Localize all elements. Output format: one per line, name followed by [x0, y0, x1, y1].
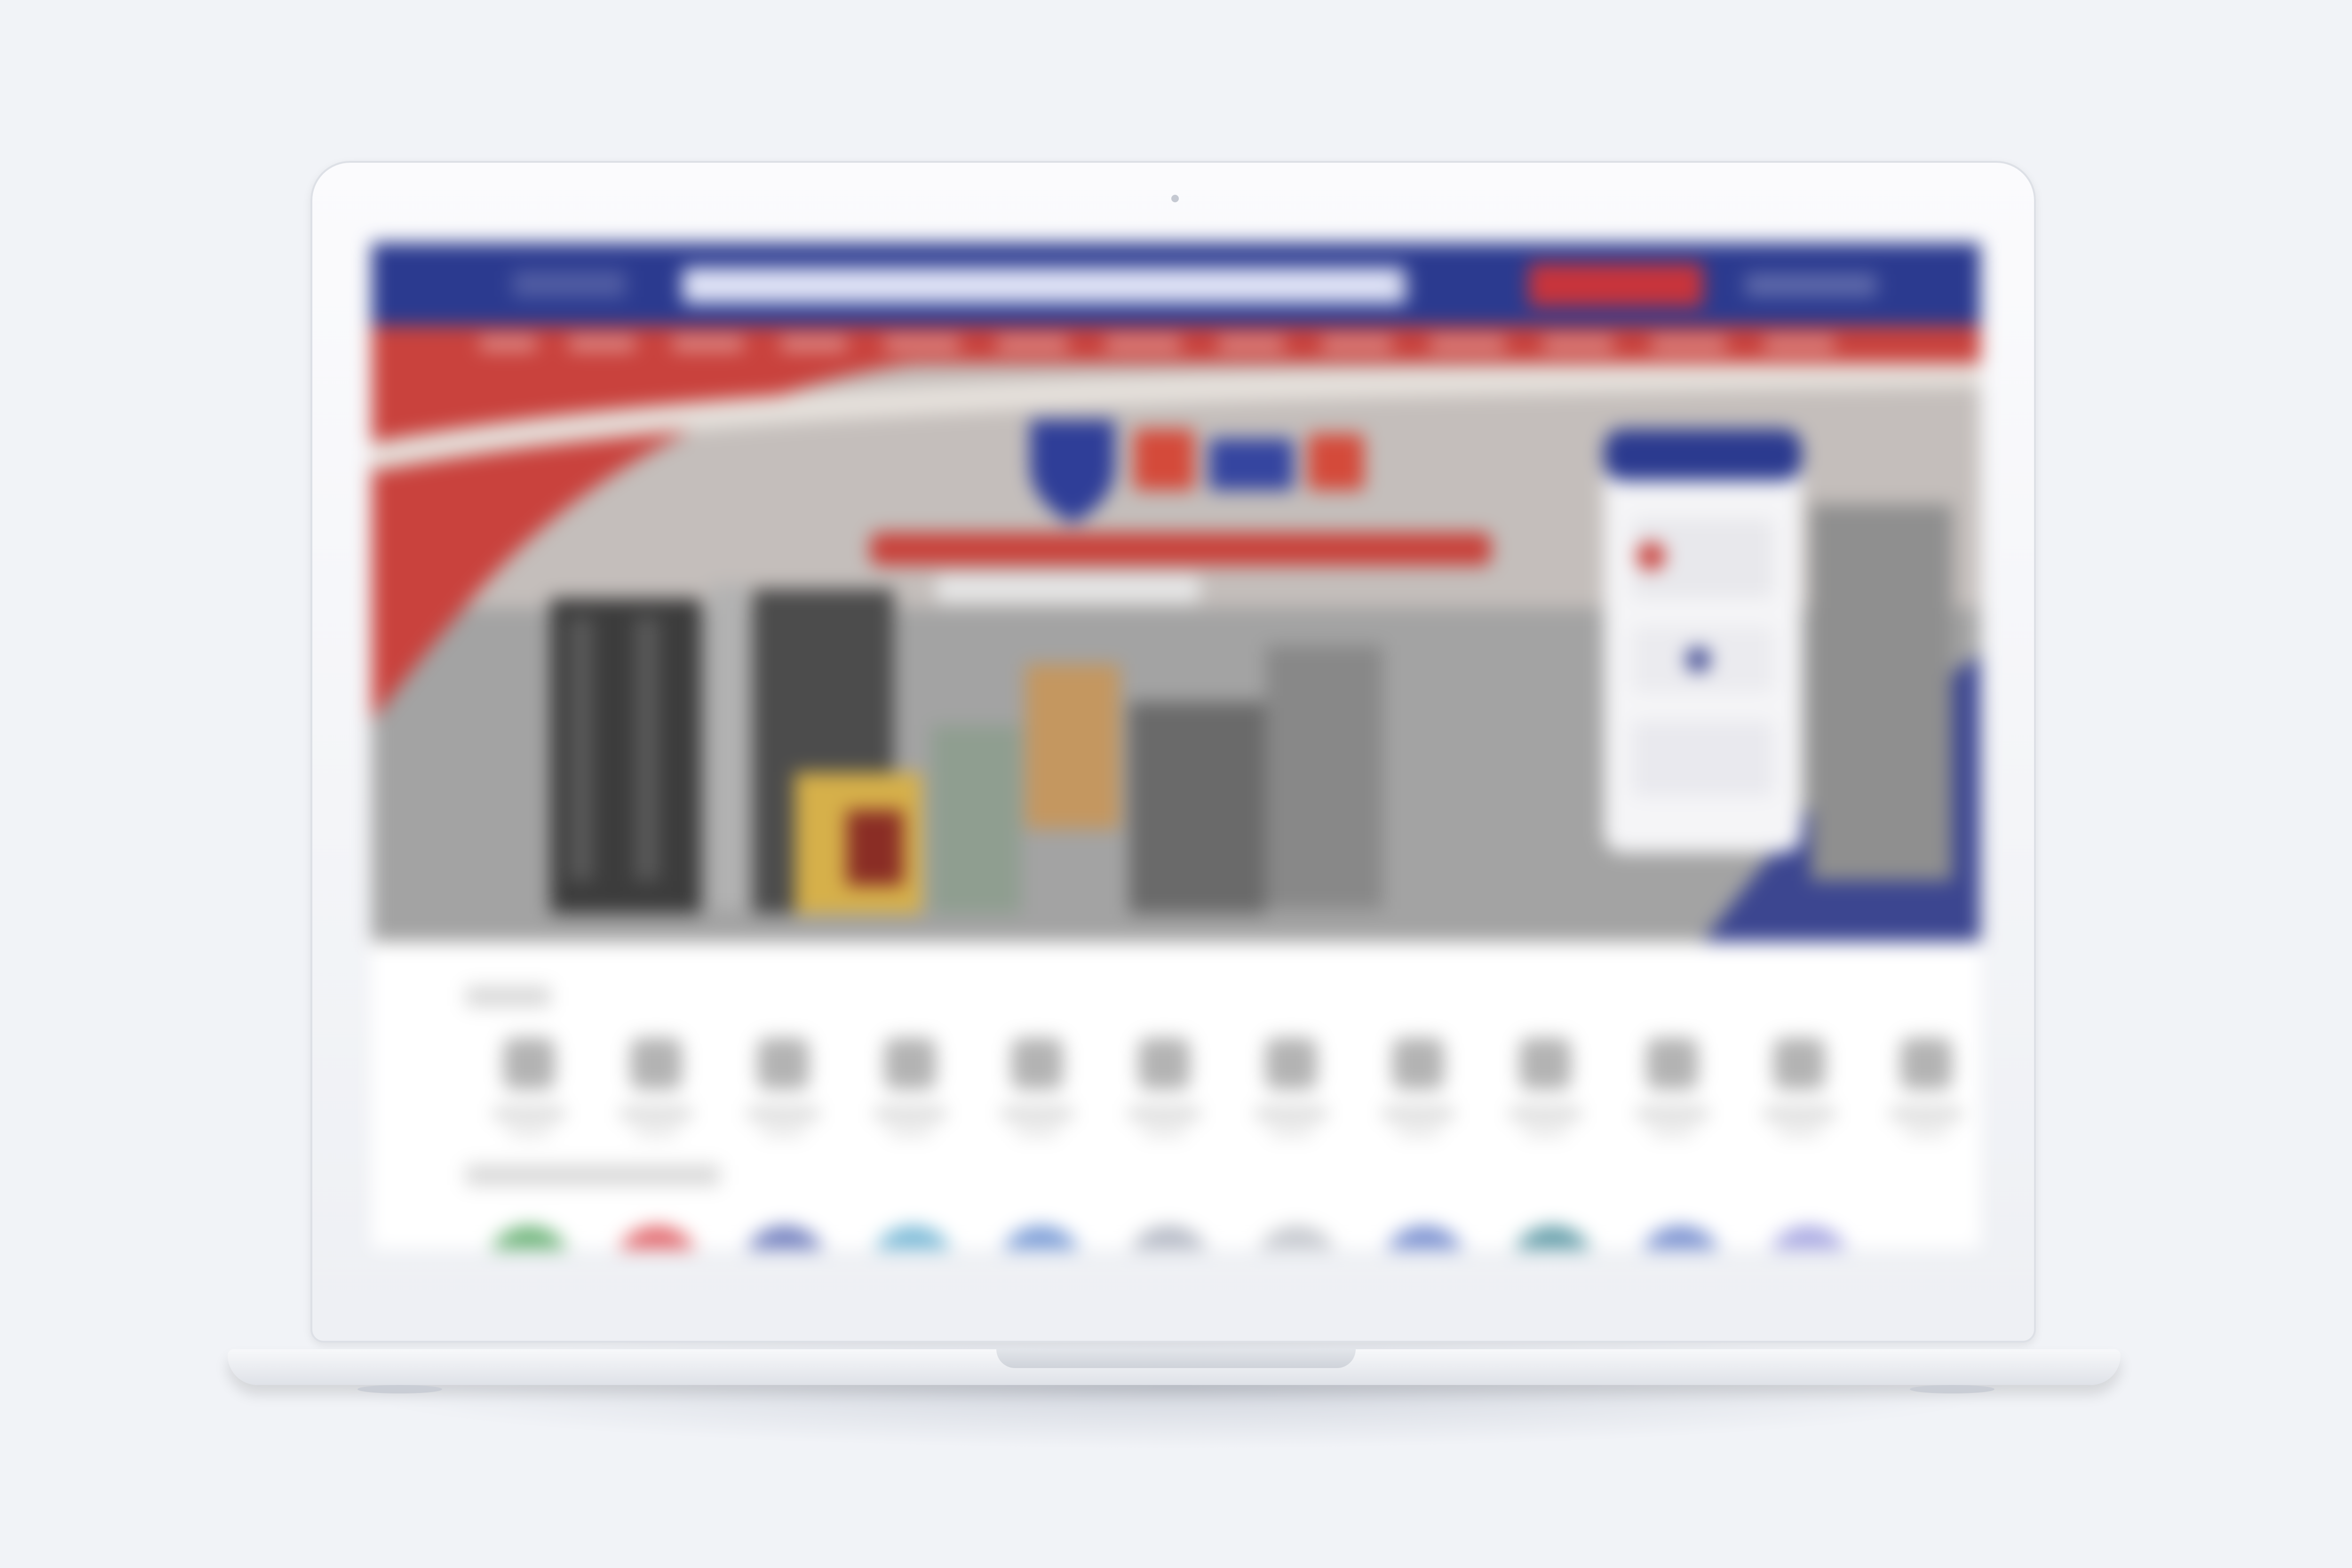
category-sublabel	[1905, 1127, 1947, 1136]
nav-item[interactable]	[1543, 338, 1613, 350]
product-icon-3	[757, 1038, 809, 1090]
category-label	[1129, 1108, 1200, 1119]
product-icon-5	[1011, 1038, 1063, 1090]
nav-item[interactable]	[1105, 338, 1181, 350]
category-item[interactable]	[1891, 1038, 1962, 1146]
category-item[interactable]	[494, 1038, 564, 1146]
category-item[interactable]	[1764, 1038, 1835, 1146]
category-label	[1510, 1108, 1581, 1119]
nav-item[interactable]	[1430, 338, 1505, 350]
categories-heading	[466, 986, 550, 1007]
brand-logo[interactable]	[1508, 1226, 1597, 1249]
nav-item[interactable]	[781, 338, 847, 350]
category-item[interactable]	[1637, 1038, 1708, 1146]
category-label	[1637, 1108, 1708, 1119]
nav-item[interactable]	[1322, 338, 1392, 350]
category-label	[494, 1108, 564, 1119]
site-logo[interactable]	[513, 271, 626, 297]
brand-logo[interactable]	[1636, 1226, 1725, 1249]
category-label	[621, 1108, 691, 1119]
nav-item[interactable]	[884, 338, 960, 350]
product-icon-2	[630, 1038, 682, 1090]
category-label	[1383, 1108, 1454, 1119]
search-icon[interactable]	[1393, 274, 1412, 293]
category-sublabel	[762, 1127, 804, 1136]
nav-item[interactable]	[1764, 338, 1835, 350]
product-icon-9	[1519, 1038, 1571, 1090]
category-item[interactable]	[875, 1038, 946, 1146]
category-item[interactable]	[1129, 1038, 1200, 1146]
hero-title	[974, 429, 1256, 523]
category-label	[748, 1108, 818, 1119]
nav-item[interactable]	[673, 338, 743, 350]
category-sublabel	[1016, 1127, 1058, 1136]
site-header	[372, 243, 1980, 326]
brand-logo[interactable]	[1380, 1226, 1470, 1249]
app-smartphone-image	[1604, 429, 1802, 852]
brands-heading	[466, 1165, 720, 1186]
category-item[interactable]	[1510, 1038, 1581, 1146]
brand-logo[interactable]	[1124, 1226, 1214, 1249]
category-sublabel	[1651, 1127, 1693, 1136]
product-icon-7	[1265, 1038, 1317, 1090]
nav-item[interactable]	[569, 338, 635, 350]
product-icon-10	[1646, 1038, 1698, 1090]
category-item[interactable]	[748, 1038, 818, 1146]
search-input[interactable]	[682, 267, 1406, 304]
header-cta-button[interactable]	[1529, 263, 1703, 307]
brand-logo[interactable]	[868, 1226, 958, 1249]
category-item[interactable]	[1256, 1038, 1327, 1146]
category-item[interactable]	[1383, 1038, 1454, 1146]
brand-logo[interactable]	[740, 1226, 830, 1249]
category-label	[1256, 1108, 1327, 1119]
product-icon-12	[1900, 1038, 1952, 1090]
brand-logo[interactable]	[1764, 1226, 1853, 1249]
category-sublabel	[1270, 1127, 1312, 1136]
product-icon-6	[1138, 1038, 1190, 1090]
category-label	[1002, 1108, 1073, 1119]
product-icon-8	[1392, 1038, 1444, 1090]
product-icon-4	[884, 1038, 936, 1090]
laptop-foot	[1910, 1385, 1994, 1393]
category-label	[1764, 1108, 1835, 1119]
laptop-notch	[996, 1349, 1356, 1368]
hero-banner[interactable]	[372, 358, 1980, 942]
webcam	[1171, 195, 1179, 202]
brand-logo[interactable]	[996, 1226, 1086, 1249]
category-label	[1891, 1108, 1962, 1119]
account-link[interactable]	[1745, 274, 1877, 296]
category-sublabel	[1143, 1127, 1185, 1136]
category-sublabel	[1397, 1127, 1439, 1136]
nav-item[interactable]	[997, 338, 1068, 350]
laptop-foot	[358, 1385, 442, 1393]
brand-logo[interactable]	[485, 1226, 574, 1249]
category-sublabel	[889, 1127, 931, 1136]
category-item[interactable]	[1002, 1038, 1073, 1146]
brand-logo[interactable]	[612, 1226, 702, 1249]
category-sublabel	[635, 1127, 677, 1136]
nav-item[interactable]	[480, 338, 536, 350]
category-sublabel	[1778, 1127, 1820, 1136]
category-label	[875, 1108, 946, 1119]
category-sublabel	[1524, 1127, 1566, 1136]
product-icon-1	[503, 1038, 555, 1090]
nav-item[interactable]	[1218, 338, 1284, 350]
browser-screen	[372, 243, 1980, 1249]
brand-logo[interactable]	[1252, 1226, 1342, 1249]
category-item[interactable]	[621, 1038, 691, 1146]
category-nav	[372, 326, 1980, 363]
nav-item[interactable]	[1651, 338, 1726, 350]
category-sublabel	[508, 1127, 550, 1136]
product-icon-11	[1773, 1038, 1825, 1090]
